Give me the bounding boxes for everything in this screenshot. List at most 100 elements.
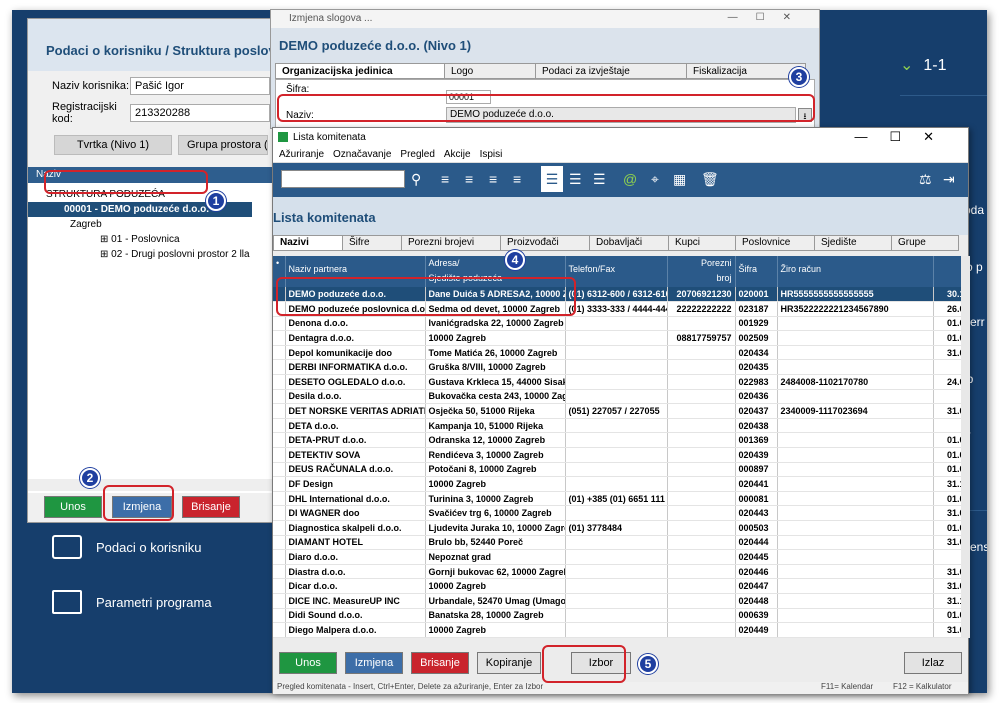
excel-icon[interactable]: ▦ — [673, 171, 686, 188]
menu-akcije[interactable]: Akcije — [444, 149, 471, 161]
tab-fiskalizacija[interactable]: Fiskalizacija — [686, 63, 806, 79]
row-marker — [273, 520, 286, 536]
tab-logo[interactable]: Logo — [444, 63, 536, 79]
brisanje-button[interactable]: Brisanje — [182, 496, 240, 518]
table-cell: 10000 Zagreb — [425, 622, 566, 638]
tab-poslovnice[interactable]: Poslovnice — [735, 235, 815, 251]
column-sifra[interactable]: Šifra — [735, 256, 778, 287]
column-porezni[interactable]: Porezni broj — [667, 256, 736, 287]
table-row[interactable]: Dicar d.o.o.10000 Zagreb 020447 31.01 — [273, 578, 961, 594]
compact-view-icon[interactable]: ☰ — [569, 171, 582, 188]
table-row[interactable]: Depol komunikacije doo Tome Matića 26, 10… — [273, 345, 961, 361]
table-row[interactable]: DETEKTIV SOVA Rendićeva 3, 10000 Zagreb 02… — [273, 447, 961, 463]
tab-podaci-za-izvjestaje[interactable]: Podaci za izvještaje — [535, 63, 687, 79]
window-controls[interactable]: —☐✕ — [728, 12, 809, 23]
table-cell — [565, 418, 668, 434]
table-row[interactable]: Dentagra d.o.o. 10000 Zagreb 08817759757 00… — [273, 330, 961, 346]
menu-oznacavanje[interactable]: Označavanje — [333, 149, 391, 161]
list-view-icon[interactable]: ☰ — [541, 166, 563, 192]
table-row[interactable]: Diaro d.o.o. Nepoznat grad 020445 — [273, 549, 961, 565]
row-marker — [273, 345, 286, 361]
chevron-down-icon[interactable]: ⌄ — [900, 57, 913, 74]
tab-kupci[interactable]: Kupci — [668, 235, 736, 251]
menu-azuriranje[interactable]: Ažuriranje — [279, 149, 324, 161]
table-row[interactable]: Diagnostica skalpeli d.o.o. Ljudevita Jur… — [273, 520, 961, 536]
annotation-outline — [542, 645, 626, 683]
tab-proizvodaci[interactable]: Proizvođači — [500, 235, 590, 251]
table-row[interactable]: DERBI INFORMATIKA d.o.o. Gruška 8/VIII, 1… — [273, 359, 961, 376]
structure-tree[interactable]: STRUKTURA PODUZEĆA 00001 - DEMO poduzeće… — [28, 183, 281, 493]
table-cell — [565, 622, 668, 638]
table-row[interactable]: DEUS RAČUNALA d.o.o. Potočani 8, 10000 Za… — [273, 462, 961, 478]
brisanje-button[interactable]: Brisanje — [411, 652, 469, 674]
tree-node[interactable]: Zagreb — [28, 217, 281, 232]
column-datum[interactable]: D — [933, 256, 961, 287]
table-cell: 020447 — [735, 578, 778, 594]
naziv-korisnika-input[interactable]: Pašić Igor — [130, 77, 270, 95]
table-row[interactable]: DETA-PRUT d.o.o. Odranska 12, 10000 Zagre… — [273, 432, 961, 449]
izlaz-button[interactable]: Izlaz — [904, 652, 962, 674]
detail-view-icon[interactable]: ☰ — [593, 171, 606, 188]
window-controls[interactable]: —☐✕ — [854, 129, 956, 145]
trash-icon[interactable]: 🗑 — [701, 171, 719, 188]
table-cell — [667, 432, 736, 449]
tab-sifre[interactable]: Šifre — [342, 235, 402, 251]
add-rows-icon[interactable]: ≡ — [465, 171, 473, 187]
table-row[interactable]: DI WAGNER doo Svačićev trg 6, 10000 Zagre… — [273, 505, 961, 521]
refresh-rows-icon[interactable]: ≡ — [513, 171, 521, 187]
nav-parametri-programa[interactable]: Parametri programa — [52, 590, 212, 614]
row-marker — [273, 564, 286, 580]
location-icon[interactable]: ⌖ — [651, 171, 659, 188]
table-cell — [777, 549, 934, 565]
table-row[interactable]: DET NORSKE VERITAS ADRIATICA Osječka 50, … — [273, 403, 961, 419]
tab-grupe[interactable]: Grupe — [891, 235, 959, 251]
table-cell: 020437 — [735, 403, 778, 419]
filter-icon[interactable]: ⚖ — [919, 171, 932, 188]
lista-komitenata-window: Lista komitenata —☐✕ Ažuriranje Označava… — [272, 127, 970, 694]
menu-pregled[interactable]: Pregled — [400, 149, 434, 161]
registracijski-kod-input[interactable]: 213320288 — [130, 104, 270, 122]
tab-porezni-brojevi[interactable]: Porezni brojevi — [401, 235, 501, 251]
expand-icon[interactable]: ⊞ — [100, 249, 111, 260]
table-cell — [667, 608, 736, 624]
tree-node[interactable]: ⊞ 02 - Drugi poslovni prostor 2 lla — [28, 247, 281, 262]
table-row[interactable]: DHL International d.o.o. Turinina 3, 1000… — [273, 491, 961, 507]
tab-sjediste[interactable]: Sjedište — [814, 235, 892, 251]
search-icon[interactable]: ⚲ — [411, 171, 421, 188]
table-cell: 22222222222 — [667, 301, 736, 317]
table-cell — [667, 462, 736, 478]
table-row[interactable]: Diego Malpera d.o.o. 10000 Zagreb 020449 31… — [273, 622, 961, 638]
column-telefon[interactable]: Telefon/Fax — [565, 256, 668, 287]
add-rows-icon[interactable]: ≡ — [441, 171, 449, 187]
table-row[interactable]: DICE INC. MeasureUP INC Urbandale, 52470 … — [273, 593, 961, 609]
kopiranje-button[interactable]: Kopiranje — [477, 652, 541, 674]
table-cell — [667, 359, 736, 376]
unos-button[interactable]: Unos — [279, 652, 337, 674]
search-input[interactable] — [281, 170, 405, 188]
izmjena-button[interactable]: Izmjena — [345, 652, 403, 674]
table-row[interactable]: Desila d.o.o. Bukovačka cesta 243, 10000 … — [273, 389, 961, 405]
column-ziro[interactable]: Žiro račun — [777, 256, 934, 287]
tab-organizacijska-jedinica[interactable]: Organizacijska jedinica — [275, 63, 445, 79]
tab-dobavljaci[interactable]: Dobavljači — [589, 235, 669, 251]
tab-nazivi[interactable]: Nazivi — [273, 235, 343, 251]
table-cell: DERBI INFORMATIKA d.o.o. — [285, 359, 426, 376]
vertical-scrollbar[interactable] — [961, 256, 970, 638]
unos-button[interactable]: Unos — [44, 496, 102, 518]
table-row[interactable]: Diastra d.o.o. Gornji bukovac 62, 10000 Z… — [273, 564, 961, 580]
table-row[interactable]: Denona d.o.o. Ivanićgradska 22, 10000 Zag… — [273, 316, 961, 332]
tab-tvrtka[interactable]: Tvrtka (Nivo 1) — [54, 135, 172, 155]
table-row[interactable]: DESETO OGLEDALO d.o.o. Gustava Krkleca 15… — [273, 374, 961, 390]
table-row[interactable]: Didi Sound d.o.o. Banatska 28, 10000 Zagr… — [273, 608, 961, 624]
tree-node[interactable]: ⊞ 01 - Poslovnica — [28, 232, 281, 247]
tab-grupa-prostora[interactable]: Grupa prostora (Niv — [178, 135, 268, 155]
email-icon[interactable]: @ — [623, 171, 637, 187]
expand-icon[interactable]: ⊞ — [100, 234, 111, 245]
exit-icon[interactable]: ⇥ — [943, 171, 955, 188]
table-row[interactable]: DIAMANT HOTEL Brulo bb, 52440 Poreč 020444… — [273, 535, 961, 551]
menu-ispisi[interactable]: Ispisi — [480, 149, 503, 161]
nav-podaci-o-korisniku[interactable]: Podaci o korisniku — [52, 535, 202, 559]
table-row[interactable]: DF Design10000 Zagreb 020441 31.10 — [273, 476, 961, 492]
table-row[interactable]: DETA d.o.o. Kampanja 10, 51000 Rijeka 0204… — [273, 418, 961, 434]
delete-rows-icon[interactable]: ≡ — [489, 171, 497, 187]
